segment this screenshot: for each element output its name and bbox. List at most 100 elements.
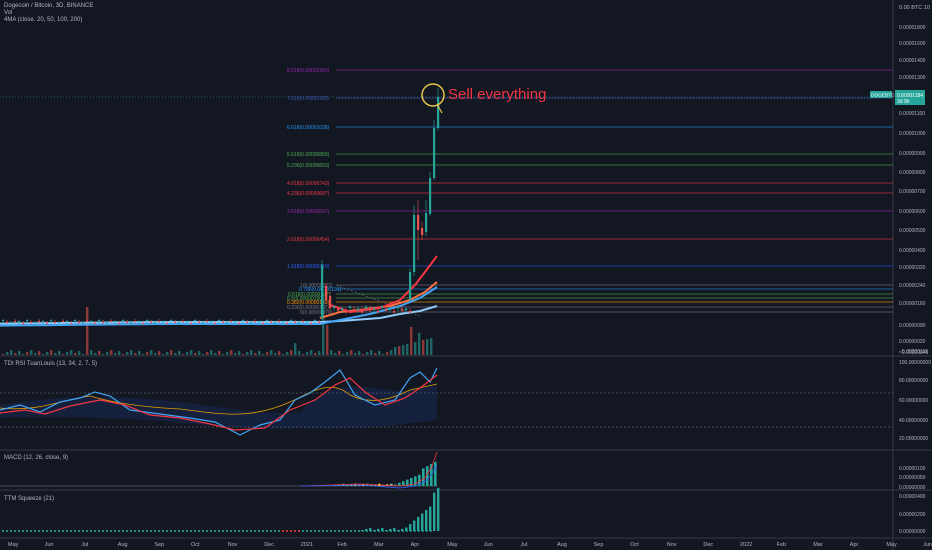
candle-body [34,322,37,323]
volume-bar [142,354,145,355]
candle-body [389,308,392,310]
volume-bar [302,354,305,355]
candle-body [182,321,185,322]
candle-body [62,321,65,322]
volume-bar [46,352,49,355]
candle-body [126,322,129,323]
volume-bar [310,350,313,355]
squeeze-dot [10,530,12,532]
time-tick-label: Apr [850,542,859,548]
candle-body [433,128,436,178]
volume-bar [166,352,169,355]
squeeze-hist-bar [421,513,424,531]
volume-bar [274,353,277,355]
squeeze-dot [242,530,244,532]
volume-bar [110,350,113,355]
chart-legend: Dogecoin / Bitcoin, 3D, BINANCE Vol 4MA … [4,3,93,24]
chart-canvas[interactable]: 8.618(0.00001342) 7.618(0.00001189) 6.618(… [0,0,932,550]
volume-bar [362,354,365,355]
candle-body [134,321,137,322]
candle-body [30,322,33,323]
squeeze-hist-bar [385,530,388,531]
squeeze-dot [286,530,288,532]
candle-body [158,321,161,322]
squeeze-dot [250,530,252,532]
candle-body [405,308,408,310]
time-tick-label: Oct [191,542,200,548]
macd-tick-label: 0.00000100 [899,466,926,472]
candle-body [150,322,153,323]
squeeze-dot [110,530,112,532]
squeeze-tick-label: 0.00000200 [899,512,926,518]
volume-bar [226,352,229,355]
candle-body [306,321,309,322]
volume-bar [114,353,117,355]
candle-body [38,321,41,322]
squeeze-dot [62,530,64,532]
volume-bar [346,352,349,355]
squeeze-dot [258,530,260,532]
squeeze-dot [282,530,284,532]
candle-body [361,311,364,313]
squeeze-dot [222,530,224,532]
candle-body [6,322,9,323]
squeeze-dot [262,530,264,532]
squeeze-dot [330,530,332,532]
squeeze-hist-bar [369,528,372,531]
volume-bar [246,352,249,355]
symbol-title[interactable]: Dogecoin / Bitcoin, 3D, BINANCE [4,3,93,10]
volume-bar [22,354,25,355]
tdi-title[interactable]: TDI RSI TuanLouis (13, 34, 2, 7, 5) [4,361,97,367]
volume-bar [378,351,381,355]
candle-body [369,309,372,311]
candle-body [274,322,277,323]
volume-bar [334,353,337,355]
squeeze-dot [190,530,192,532]
candle-body [230,321,233,322]
candle-body [290,320,293,321]
tdi-tick-label: 20.00000000 [899,436,928,442]
price-axis[interactable]: 0.00001800 0.00001600 0.00001400 0.00001300… [870,5,930,356]
candle-body [278,321,281,322]
volume-bar [122,354,125,355]
ma-label[interactable]: 4MA (close, 20, 50, 100, 200) [4,17,93,24]
candle-body [98,320,101,321]
volume-bar [382,354,385,355]
volume-bar [70,350,73,355]
volume-bar [202,354,205,355]
candle-body [74,320,77,321]
symbol-tag-label: DOGEBTC [871,93,895,99]
volume-bar [414,342,417,355]
volume-bar [10,350,13,355]
volume-bar [150,350,153,355]
squeeze-dot [170,530,172,532]
fib-label: 8.618(0.00001342) [287,68,330,74]
volume-bar [358,351,361,355]
sell-annotation: Sell everything [421,83,546,114]
squeeze-tick-label: 0.00000000 [899,529,926,535]
squeeze-dot [246,530,248,532]
vol-label[interactable]: Vol [4,10,93,17]
macd-title[interactable]: MACD (12, 26, close, 9) [4,455,68,461]
candle-body [437,97,440,128]
volume-bar [102,354,105,355]
time-axis[interactable]: May Jun Jul Aug Sep Oct Nov Dec 2021 Feb Mar Apr May… [8,542,932,548]
volume-bar [262,354,265,355]
candle-body [90,321,93,322]
candle-body [190,323,193,324]
squeeze-title[interactable]: TTM Squeeze (21) [4,496,54,502]
volume-bar [286,352,289,355]
squeeze-dot [306,530,308,532]
squeeze-dot [122,530,124,532]
squeeze-dot [334,530,336,532]
squeeze-dot [294,530,296,532]
time-tick-label: Dec [703,542,713,548]
volume-bar [14,353,17,355]
candle-body [238,323,241,324]
squeeze-dot [230,530,232,532]
candle-body [341,308,344,310]
volume-bar [50,350,53,355]
volume-bar [406,344,409,355]
squeeze-hist-bar [381,528,384,531]
volume-bar [178,351,181,355]
